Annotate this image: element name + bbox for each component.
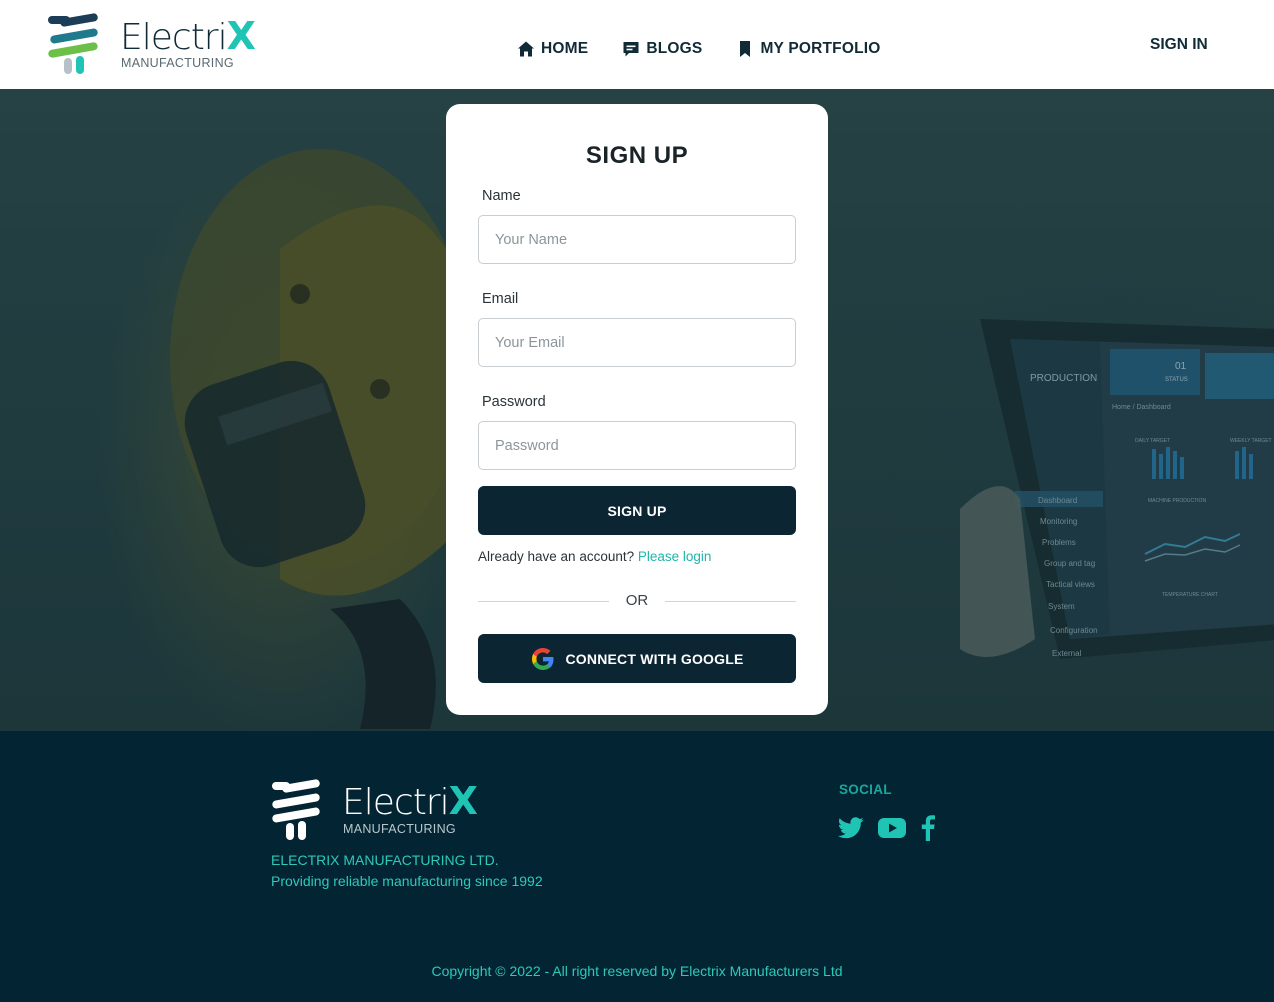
name-label: Name (482, 188, 521, 204)
email-input[interactable] (478, 318, 796, 367)
site-header: ElectriX MANUFACTURING HOME BLOGS MY POR… (0, 0, 1274, 89)
nav-blogs[interactable]: BLOGS (622, 40, 702, 58)
google-icon (532, 647, 554, 670)
login-link[interactable]: Please login (638, 549, 712, 564)
signup-title: SIGN UP (585, 142, 689, 169)
home-icon (518, 41, 534, 57)
divider-line-right (665, 601, 796, 602)
social-title: SOCIAL (839, 782, 892, 797)
nav-blogs-label: BLOGS (646, 40, 703, 57)
password-input[interactable] (478, 421, 796, 470)
or-divider: OR (478, 592, 796, 612)
have-account-text: Already have an account? (478, 549, 635, 564)
nav-home-label: HOME (541, 40, 589, 57)
google-button-label: CONNECT WITH GOOGLE (565, 650, 744, 667)
brand-subtitle: MANUFACTURING (121, 56, 234, 70)
facebook-icon[interactable] (920, 815, 936, 841)
copyright-text: Copyright © 2022 - All right reserved by… (431, 963, 843, 979)
nav-home[interactable]: HOME (517, 40, 588, 58)
social-links (838, 815, 950, 841)
footer-wordmark: ElectriX (342, 779, 478, 823)
nav-portfolio-label: MY PORTFOLIO (760, 40, 881, 57)
password-label: Password (482, 394, 546, 410)
footer-tagline: Providing reliable manufacturing since 1… (271, 873, 543, 889)
login-prompt: Already have an account? Please login (478, 549, 711, 564)
electrix-logo-icon (272, 779, 320, 840)
footer-company-name: ELECTRIX MANUFACTURING LTD. (271, 852, 499, 868)
email-label: Email (482, 291, 519, 307)
footer-logo: ElectriX MANUFACTURING (270, 779, 490, 843)
youtube-icon[interactable] (878, 817, 906, 839)
bookmark-icon (740, 41, 751, 57)
main-nav: HOME BLOGS MY PORTFOLIO (517, 36, 915, 62)
twitter-icon[interactable] (838, 817, 864, 839)
google-connect-button[interactable]: CONNECT WITH GOOGLE (478, 634, 796, 683)
site-footer: ElectriX MANUFACTURING ELECTRIX MANUFACT… (0, 731, 1274, 1002)
brand-wordmark: ElectriX (120, 14, 256, 58)
footer-brand-subtitle: MANUFACTURING (343, 822, 456, 836)
electrix-logo-icon (48, 13, 98, 74)
signup-button[interactable]: SIGN UP (478, 486, 796, 535)
nav-portfolio[interactable]: MY PORTFOLIO (736, 40, 880, 58)
chat-icon (623, 42, 639, 57)
sign-in-link[interactable]: SIGN IN (1150, 36, 1208, 54)
signup-card: SIGN UP Name Email Password SIGN UP Alre… (446, 104, 828, 715)
brand-logo[interactable]: ElectriX MANUFACTURING (46, 12, 266, 78)
name-input[interactable] (478, 215, 796, 264)
